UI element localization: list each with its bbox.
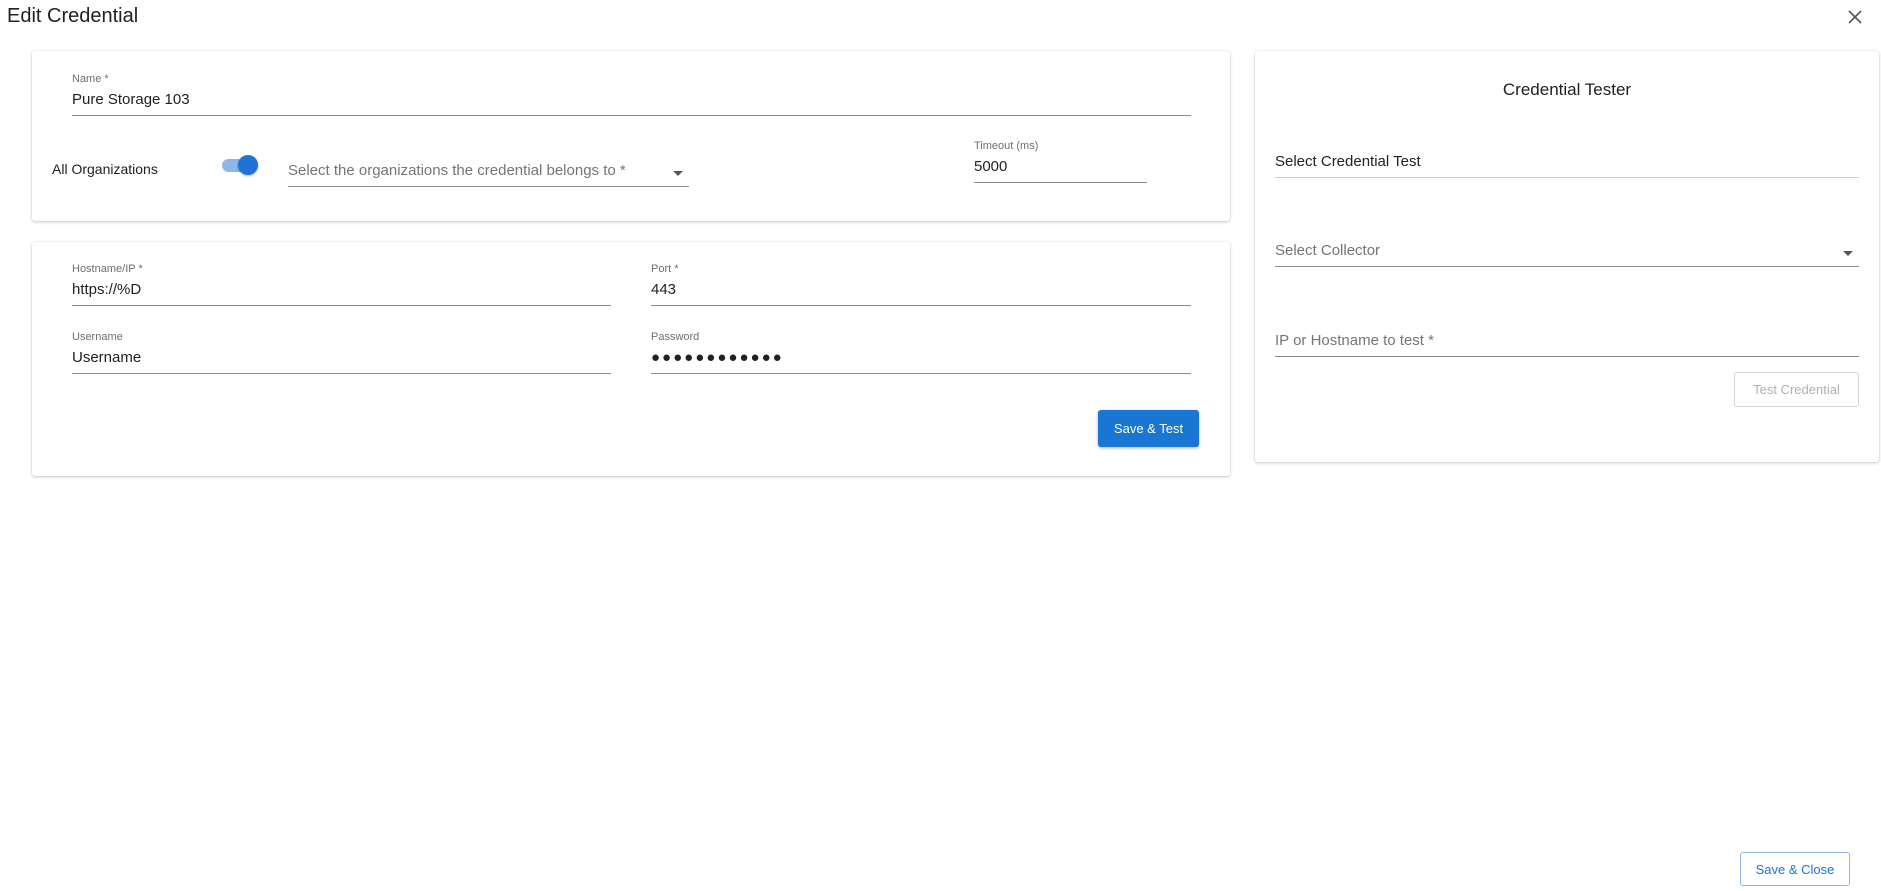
port-input[interactable]: 443 — [651, 276, 1191, 306]
chevron-down-icon — [1843, 251, 1853, 256]
hostname-input[interactable]: https://%D — [72, 276, 611, 306]
credential-test-value: Select Credential Test — [1275, 148, 1859, 178]
tester-title: Credential Tester — [1502, 80, 1632, 99]
all-orgs-label: All Organizations — [52, 161, 158, 177]
password-label: Password — [651, 331, 700, 343]
dialog-title: Edit Credential — [7, 5, 139, 27]
name-input[interactable]: Pure Storage 103 — [72, 86, 1191, 116]
timeout-input[interactable]: 5000 — [974, 153, 1147, 183]
hostname-field[interactable]: Hostname/IP * https://%D — [72, 262, 611, 306]
port-label: Port * — [651, 263, 679, 275]
username-field[interactable]: Username Username — [72, 330, 611, 374]
organizations-select[interactable]: Select the organizations the credential … — [288, 157, 689, 187]
all-orgs-toggle[interactable] — [220, 154, 258, 176]
port-field[interactable]: Port * 443 — [651, 262, 1191, 306]
credential-test-select[interactable]: Select Credential Test — [1275, 148, 1859, 178]
toggle-thumb — [238, 155, 258, 175]
name-field[interactable]: Name * Pure Storage 103 — [72, 72, 1191, 116]
password-input[interactable]: ●●●●●●●●●●●● — [651, 344, 1191, 374]
target-host-input[interactable]: IP or Hostname to test * — [1275, 327, 1859, 357]
timeout-field[interactable]: Timeout (ms) 5000 — [974, 139, 1147, 183]
collector-placeholder: Select Collector — [1275, 237, 1859, 267]
username-input[interactable]: Username — [72, 344, 611, 374]
timeout-label: Timeout (ms) — [974, 140, 1039, 152]
credential-tester-card: Credential Tester Select Credential Test… — [1255, 51, 1879, 462]
organizations-placeholder: Select the organizations the credential … — [288, 157, 689, 187]
general-card: Name * Pure Storage 103 All Organization… — [32, 51, 1230, 221]
connection-card: Hostname/IP * https://%D Port * 443 User… — [32, 242, 1230, 476]
name-label: Name * — [72, 73, 109, 85]
close-button[interactable] — [1843, 5, 1867, 29]
password-field[interactable]: Password ●●●●●●●●●●●● — [651, 330, 1191, 374]
save-close-button[interactable]: Save & Close — [1740, 852, 1850, 886]
username-label: Username — [72, 331, 123, 343]
collector-select[interactable]: Select Collector — [1275, 237, 1859, 267]
close-icon — [1848, 10, 1862, 24]
target-host-field[interactable]: IP or Hostname to test * — [1275, 327, 1859, 357]
hostname-label: Hostname/IP * — [72, 263, 143, 275]
test-credential-button[interactable]: Test Credential — [1734, 372, 1859, 407]
chevron-down-icon — [673, 171, 683, 176]
save-test-button[interactable]: Save & Test — [1098, 410, 1199, 447]
